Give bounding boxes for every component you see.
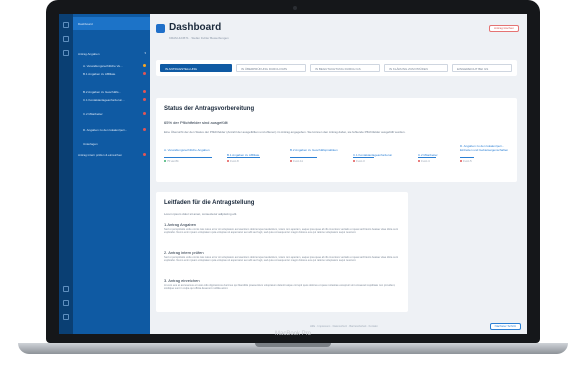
guide-intro: Lorem ipsum dolor sit amet, consectetur … <box>164 212 238 216</box>
status-dot <box>143 90 146 93</box>
step-ueberpruefung[interactable]: IN ÜBERPRÜFUNG DURCH KMS <box>236 64 306 72</box>
step-eingereicht[interactable]: EINGEREICHT BEI GS <box>452 64 512 72</box>
segment-bar <box>418 157 436 158</box>
progress-stepper: IN ANTRAGSTELLUNG IN ÜBERPRÜFUNG DURCH K… <box>156 60 517 76</box>
segment-bar <box>164 157 212 158</box>
guide-title: Leitfaden für die Antragstellung <box>164 200 255 206</box>
segment-status-dot <box>164 160 166 162</box>
sidebar-item-pruefen-einreichen[interactable]: Antrag intern prüfen & einreichen <box>78 153 122 157</box>
next-step-button[interactable]: Nächster Schritt <box>489 323 521 330</box>
step-klaerung[interactable]: IN KLÄRUNG ZUM PRÜFEN <box>384 64 448 72</box>
segment-count: 75 von 84 <box>167 160 179 163</box>
sidebar-item-section-b2[interactable]: B.2 Angaben zu Geschäfts... <box>83 90 121 94</box>
settings-icon[interactable] <box>63 300 69 306</box>
step-in-antragstellung[interactable]: IN ANTRAGSTELLUNG <box>160 64 232 72</box>
sidebar-item-section-c1[interactable]: C.1 Kontaktanlageanforderun... <box>83 98 125 102</box>
document-icon[interactable] <box>63 36 69 42</box>
segment-status-dot <box>290 160 292 162</box>
page-title: Dashboard <box>169 22 222 33</box>
segment-count: 0 von 11 <box>293 160 303 163</box>
device-brand: MacBook Pro <box>274 331 311 337</box>
guide-section-heading: 1.Antrag Angaben <box>164 222 197 227</box>
segment-bar <box>460 157 474 158</box>
status-dot <box>143 112 146 115</box>
segment-count: 0 von 8 <box>230 160 239 163</box>
help-icon[interactable] <box>63 286 69 292</box>
sidebar-item-unterlagen[interactable]: Unterlagen <box>83 142 98 146</box>
guide-card: Leitfaden für die Antragstellung Lorem i… <box>156 192 408 312</box>
sidebar-item-antrag-angaben[interactable]: Antrag Angaben <box>78 52 100 56</box>
status-dot <box>143 153 146 156</box>
sidebar-item-section-c2[interactable]: C.2 Mitarbeiter <box>83 112 103 116</box>
delete-application-button[interactable]: Antrag löschen <box>488 25 519 32</box>
segment-label: D. Angaben zu den lokalen/peri... Einhei… <box>460 144 509 152</box>
logout-icon[interactable] <box>63 314 69 320</box>
sidebar-item-section-b1[interactable]: B.1 Angaben zu Affilliate <box>83 72 115 76</box>
segment-label: A. Verwaltungsrechtliche Angaben <box>164 148 210 152</box>
guide-section-heading: 3. Antrag einreichen <box>164 278 200 283</box>
icon-rail <box>59 14 73 334</box>
status-description: Eine Übersicht der den Status der Pflich… <box>164 130 406 134</box>
app-screen: Dashboard Antrag Angaben ▾ A. Verwaltung… <box>59 14 527 334</box>
chevron-down-icon[interactable]: ▾ <box>144 51 146 55</box>
page-subtitle: KRAM-424571 · Stefan Fuhler Bewerbungen <box>169 36 229 40</box>
sidebar-item-section-d[interactable]: D. Angaben zu den lokalen/peri... <box>83 128 127 132</box>
status-dot <box>143 128 146 131</box>
segment-count: 0 von 3 <box>356 160 365 163</box>
segment-bar <box>290 157 317 158</box>
segment-count: 0 von 5 <box>463 160 472 163</box>
guide-section-heading: 2. Antrag intern prüfen <box>164 250 204 255</box>
segment-status-dot <box>227 160 229 162</box>
status-dot <box>143 98 146 101</box>
segment-bar <box>227 157 260 158</box>
status-title: Status der Antragsvorbereitung <box>164 106 255 112</box>
laptop-notch <box>255 343 331 347</box>
guide-section-text: Sed ut perspiciatis unde omnis iste natu… <box>164 256 398 263</box>
home-icon[interactable] <box>63 22 69 28</box>
step-begutachtung[interactable]: IN BEGUTACHTUNG DURCH GS <box>310 64 380 72</box>
main-content: Dashboard KRAM-424571 · Stefan Fuhler Be… <box>150 14 527 334</box>
status-dot <box>143 64 146 67</box>
status-card: Status der Antragsvorbereitung 65% der P… <box>156 98 517 182</box>
guide-section-text: Sed ut perspiciatis unde omnis iste natu… <box>164 228 398 235</box>
segment-status-dot <box>418 160 420 162</box>
sidebar-item-dashboard[interactable]: Dashboard <box>78 22 93 26</box>
segment-status-dot <box>353 160 355 162</box>
sidebar-item-section-a[interactable]: A. Verwaltungsrechtliche Ve... <box>83 64 123 68</box>
guide-section-text: At vero eos et accusamus et iusto odio d… <box>164 284 396 291</box>
segment-status-dot <box>460 160 462 162</box>
segment-label: B.2 Angaben zu Geschäftspraktiken <box>290 148 338 152</box>
segment-bar <box>353 157 374 158</box>
sidebar: Dashboard Antrag Angaben ▾ A. Verwaltung… <box>73 14 150 334</box>
status-dot <box>143 72 146 75</box>
camera <box>293 6 297 10</box>
segment-count: 0 von 4 <box>421 160 430 163</box>
footer-links[interactable]: Hilfe · Impressum · Datenschutz · Barrie… <box>310 325 377 328</box>
dashboard-icon <box>156 24 165 33</box>
folder-icon[interactable] <box>63 50 69 56</box>
status-percent: 65% der Pflichtfelder sind ausgefüllt <box>164 120 228 125</box>
laptop-mockup: Dashboard Antrag Angaben ▾ A. Verwaltung… <box>0 0 586 366</box>
